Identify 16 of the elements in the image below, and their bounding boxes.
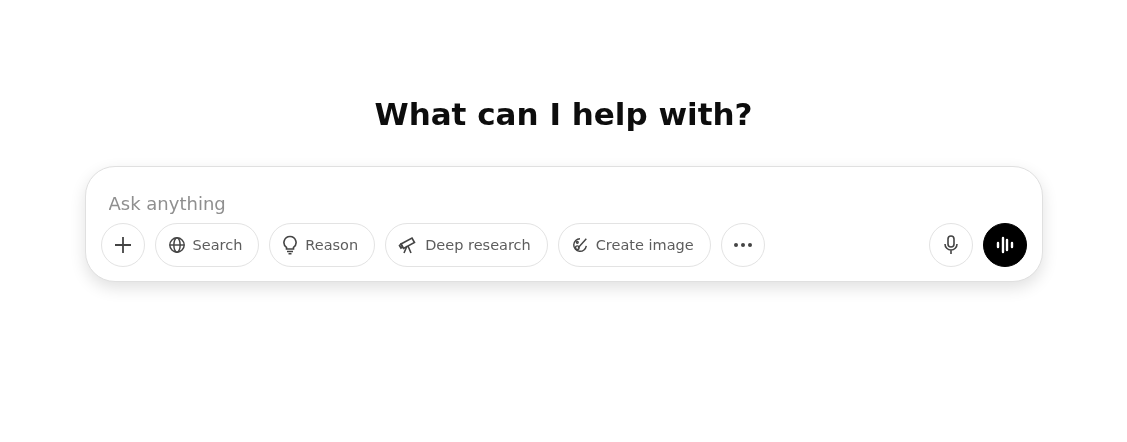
prompt-composer[interactable]: Ask anything Search Reason Deep research Create image — [84, 166, 1043, 282]
microphone-icon — [943, 235, 958, 255]
tool-button[interactable]: Reason — [269, 223, 376, 267]
sound-wave-icon — [994, 235, 1015, 255]
tool-button[interactable]: Create image — [557, 223, 711, 267]
tool-button[interactable]: Search — [154, 223, 260, 267]
add-button[interactable] — [100, 223, 145, 267]
plus-icon — [113, 236, 132, 254]
globe-icon — [167, 236, 186, 254]
brush-icon — [570, 236, 589, 254]
tool-button[interactable]: Deep research — [385, 223, 548, 267]
more-icon — [732, 242, 753, 248]
lightbulb-icon — [282, 235, 299, 255]
page-heading: What can I help with? — [374, 96, 753, 134]
microphone-button[interactable] — [928, 223, 973, 267]
voice-mode-button[interactable] — [982, 223, 1027, 267]
